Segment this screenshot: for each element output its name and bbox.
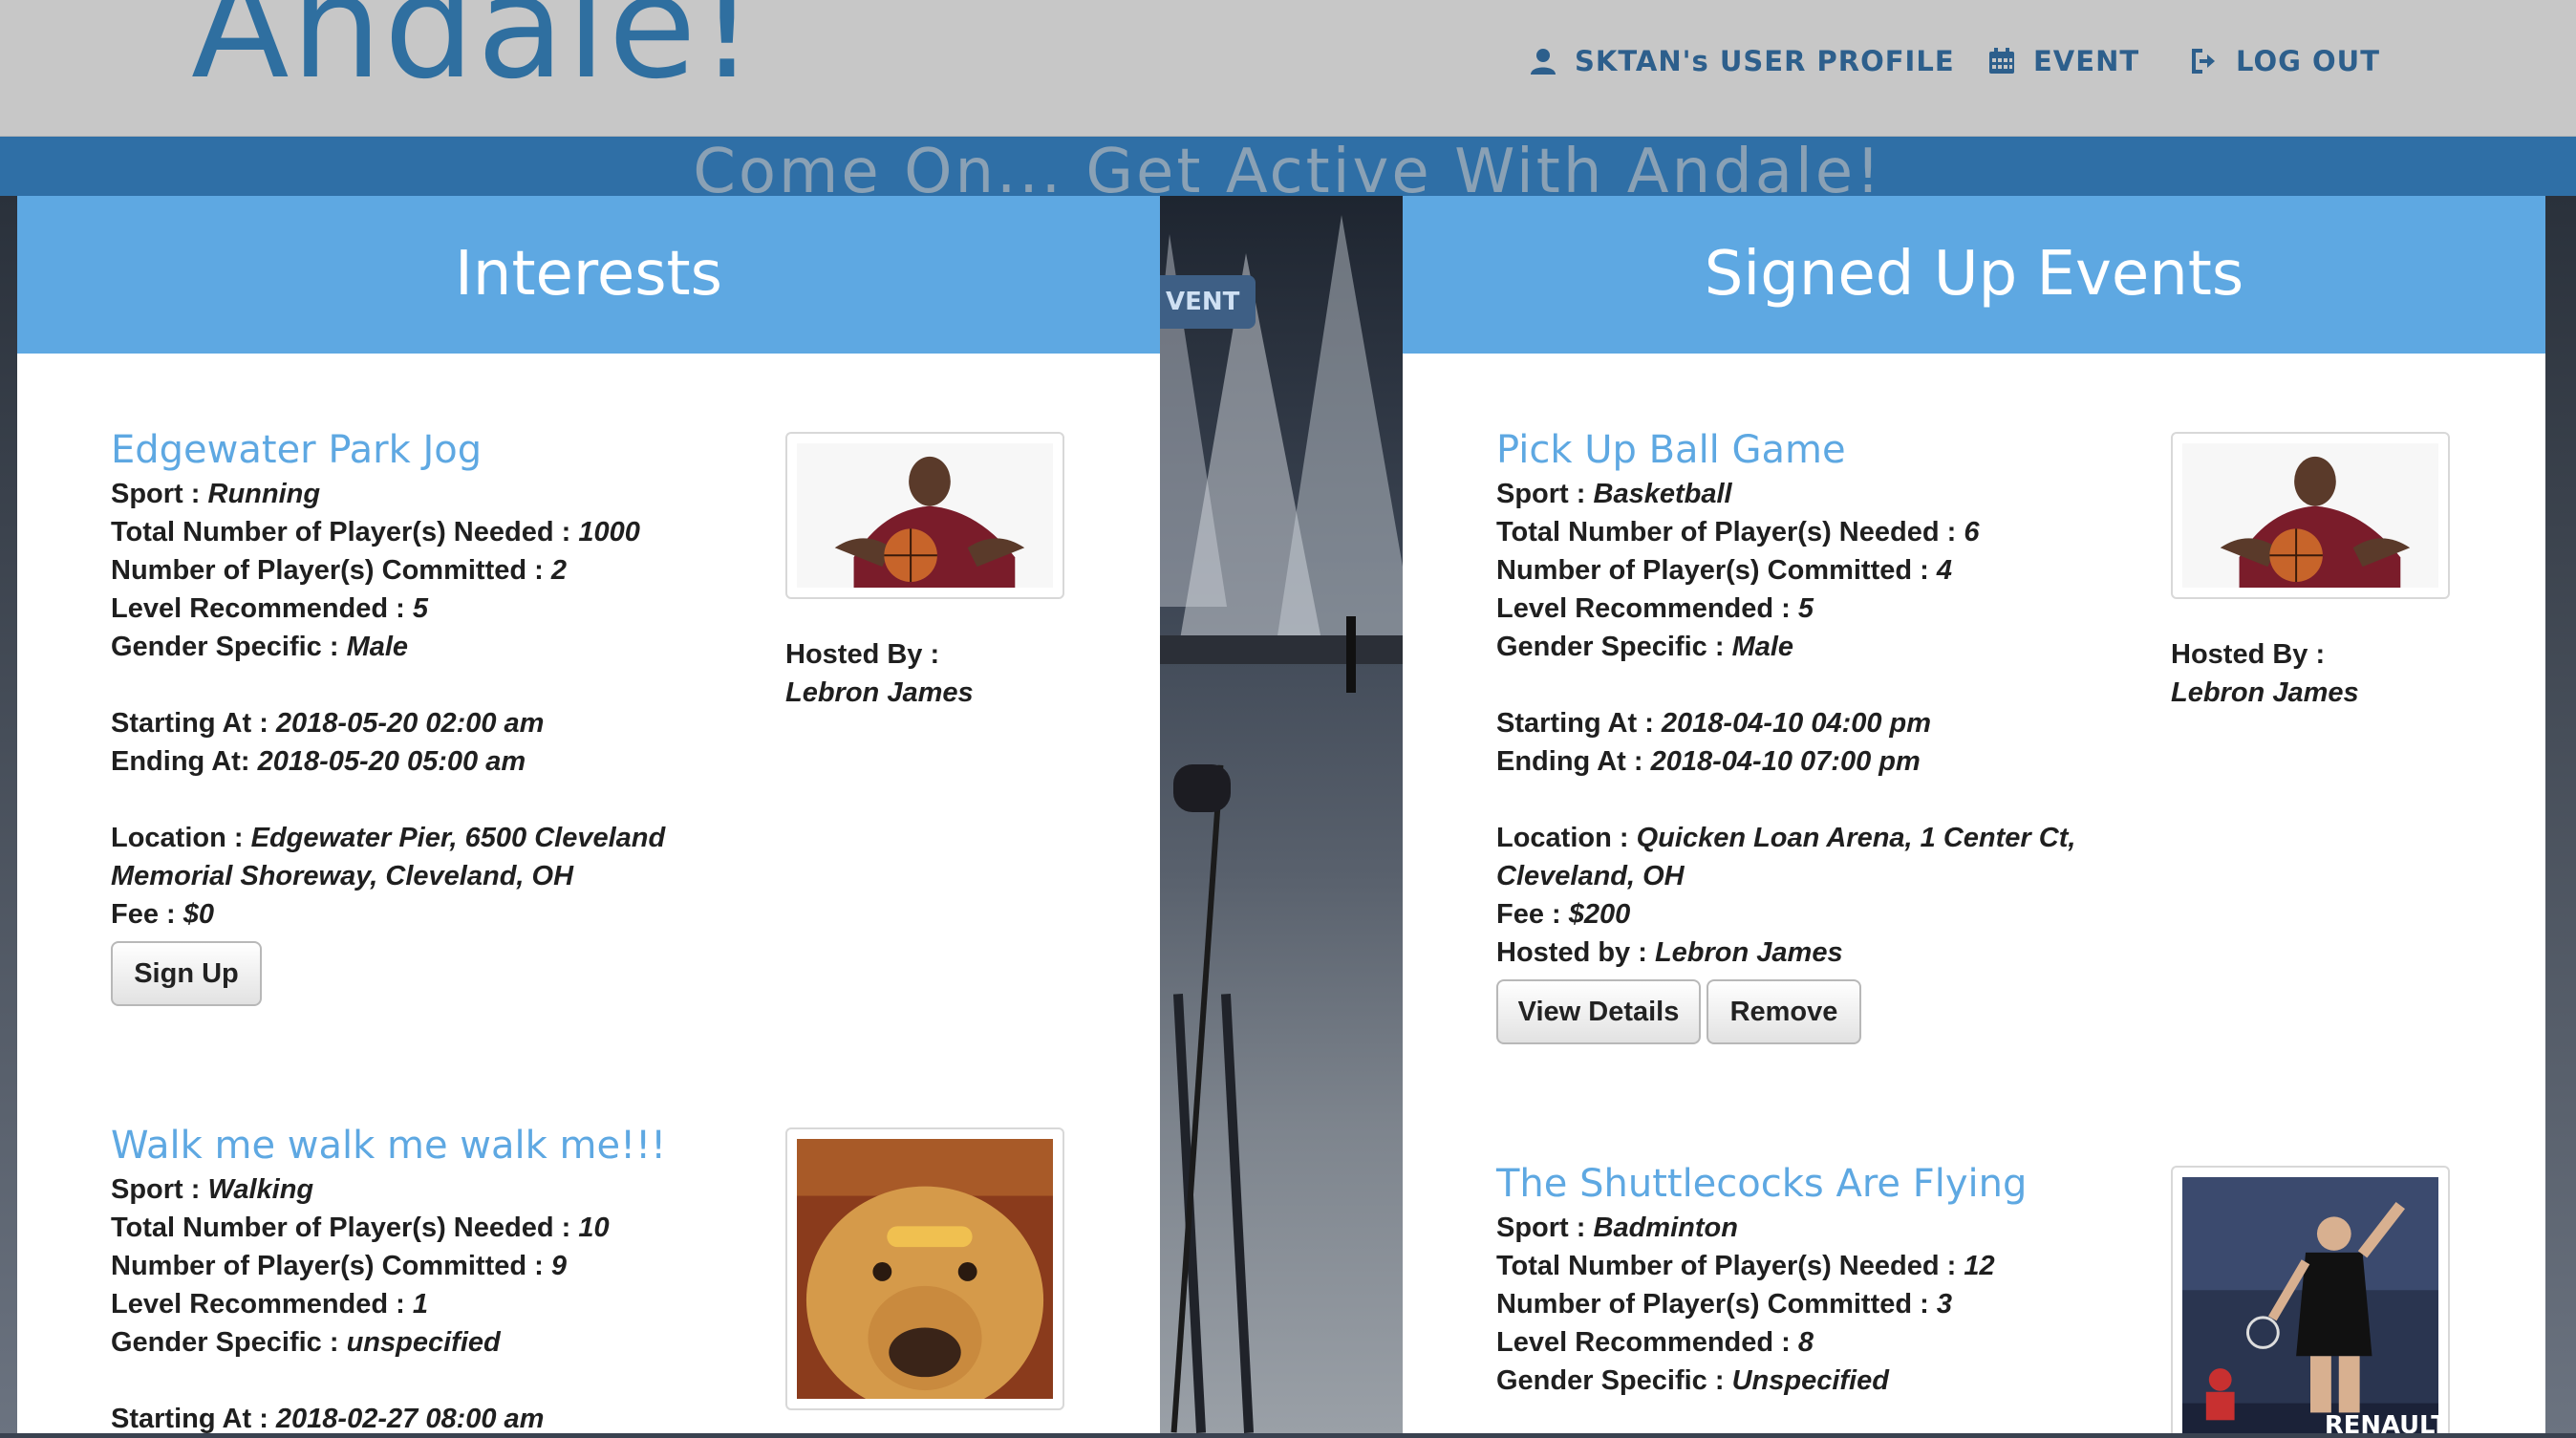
event-title[interactable]: The Shuttlecocks Are Flying: [1496, 1159, 2027, 1209]
event-level: Level Recommended : 5: [1496, 593, 1814, 624]
background-edge-right: [2545, 196, 2576, 1433]
event-players-needed: Total Number of Player(s) Needed : 12: [1496, 1251, 1995, 1281]
background-event-tab: VENT: [1160, 275, 1256, 329]
nav-log-out[interactable]: LOG OUT: [2190, 42, 2380, 80]
event-players-committed: Number of Player(s) Committed : 3: [1496, 1289, 1952, 1320]
event-players-committed: Number of Player(s) Committed : 4: [1496, 555, 1952, 586]
event-players-committed: Number of Player(s) Committed : 9: [111, 1251, 567, 1281]
event-fee: Fee : $0: [111, 899, 215, 930]
event-host-photo[interactable]: RENAULT: [2171, 1166, 2450, 1433]
brand-logo[interactable]: Andale!: [191, 0, 758, 99]
signed-up-event-card: Pick Up Ball Game Sport : Basketball Tot…: [1496, 425, 2075, 1044]
event-level: Level Recommended : 5: [111, 593, 429, 624]
interests-heading: Interests: [17, 196, 1160, 354]
event-sport: Sport : Running: [111, 479, 321, 509]
event-end: Ending At: 2018-05-20 05:00 am: [111, 746, 526, 777]
remove-button[interactable]: Remove: [1707, 979, 1861, 1044]
signed-up-heading: Signed Up Events: [1403, 196, 2545, 354]
event-hosted-by: Hosted By : Lebron James: [785, 639, 974, 708]
event-players-needed: Total Number of Player(s) Needed : 1000: [111, 517, 640, 547]
background-snow-trees: [1131, 196, 1418, 1433]
event-start: Starting At : 2018-05-20 02:00 am: [111, 708, 545, 739]
event-start: Starting At : 2018-04-10 04:00 pm: [1496, 708, 1932, 739]
basketball-player-photo-icon: [797, 443, 1053, 588]
event-gender: Gender Specific : Male: [111, 632, 409, 662]
event-location: Location : Edgewater Pier, 6500 Clevelan…: [111, 823, 666, 853]
logout-icon: [2192, 49, 2215, 74]
event-location-cont: Memorial Shoreway, Cleveland, OH: [111, 861, 574, 891]
event-hosted-by-line: Hosted by : Lebron James: [1496, 937, 1843, 968]
event-players-needed: Total Number of Player(s) Needed : 10: [111, 1213, 610, 1243]
sponsor-text: RENAULT: [2325, 1411, 2438, 1433]
calendar-icon: [1989, 48, 2014, 74]
interest-event-card: Edgewater Park Jog Sport : Running Total…: [111, 425, 665, 1006]
nav-user-profile[interactable]: SKTAN's USER PROFILE: [1529, 42, 1955, 80]
event-gender: Gender Specific : Male: [1496, 632, 1794, 662]
top-navbar: Andale! SKTAN's USER PROFILE EVENT LOG O…: [0, 0, 2576, 138]
event-end: Ending At : 2018-04-10 07:00 pm: [1496, 746, 1921, 777]
event-host-photo[interactable]: [785, 1127, 1064, 1414]
badminton-player-photo-icon: RENAULT: [2182, 1177, 2448, 1433]
golden-retriever-photo-icon: [797, 1139, 1053, 1414]
basketball-player-photo-icon: [2182, 443, 2438, 588]
user-icon: [1531, 49, 1556, 75]
sign-up-button[interactable]: Sign Up: [111, 941, 262, 1006]
signed-up-panel: Signed Up Events Pick Up Ball Game Sport…: [1403, 196, 2545, 1433]
event-sport: Sport : Badminton: [1496, 1213, 1738, 1243]
event-hosted-by: Hosted By : Lebron James: [2171, 639, 2359, 708]
event-fee: Fee : $200: [1496, 899, 1631, 930]
event-sport: Sport : Walking: [111, 1174, 314, 1205]
event-host-photo[interactable]: [2171, 432, 2450, 599]
skier-glove: [1173, 764, 1231, 812]
interests-panel: Interests Edgewater Park Jog Sport : Run…: [17, 196, 1160, 1433]
nav-log-out-label: LOG OUT: [2236, 45, 2380, 77]
event-title[interactable]: Pick Up Ball Game: [1496, 425, 2075, 475]
signed-up-event-card: The Shuttlecocks Are Flying Sport : Badm…: [1496, 1159, 2027, 1400]
snowy-trees-illustration: [1131, 215, 1418, 693]
event-gender: Gender Specific : Unspecified: [1496, 1365, 1889, 1396]
event-title[interactable]: Walk me walk me walk me!!!: [111, 1121, 666, 1170]
nav-event[interactable]: EVENT: [1987, 42, 2139, 80]
nav-event-label: EVENT: [2033, 45, 2140, 77]
event-host-photo[interactable]: [785, 432, 1064, 599]
event-title[interactable]: Edgewater Park Jog: [111, 425, 665, 475]
event-location: Location : Quicken Loan Arena, 1 Center …: [1496, 823, 2076, 853]
background-edge-left: [0, 196, 17, 1433]
event-sport: Sport : Basketball: [1496, 479, 1732, 509]
event-gender: Gender Specific : unspecified: [111, 1327, 501, 1358]
event-location-cont: Cleveland, OH: [1496, 861, 1685, 891]
nav-user-profile-label: SKTAN's USER PROFILE: [1575, 45, 1955, 77]
event-level: Level Recommended : 8: [1496, 1327, 1814, 1358]
event-players-committed: Number of Player(s) Committed : 2: [111, 555, 567, 586]
event-level: Level Recommended : 1: [111, 1289, 429, 1320]
event-start: Starting At : 2018-02-27 08:00 am: [111, 1404, 545, 1433]
event-players-needed: Total Number of Player(s) Needed : 6: [1496, 517, 1980, 547]
interest-event-card: Walk me walk me walk me!!! Sport : Walki…: [111, 1121, 666, 1433]
view-details-button[interactable]: View Details: [1496, 979, 1701, 1044]
